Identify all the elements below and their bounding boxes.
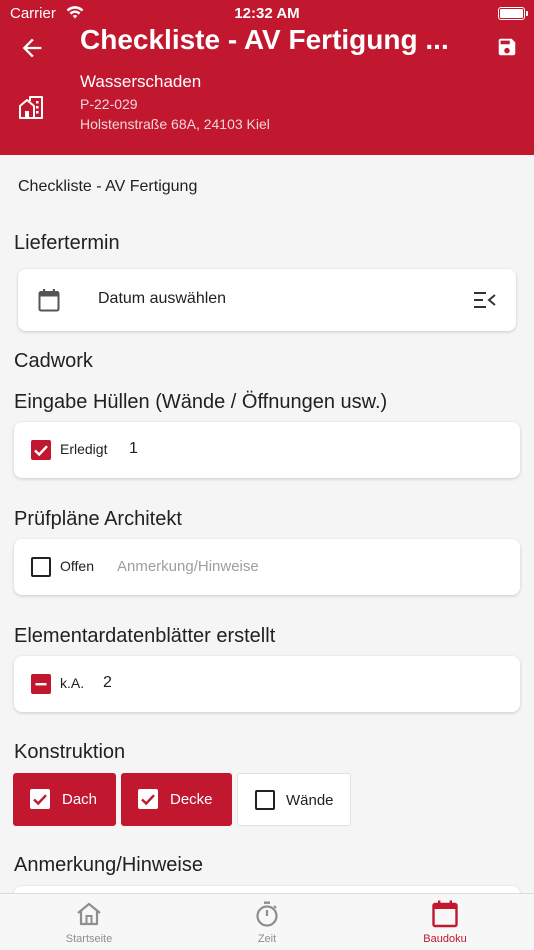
- status-checkbox-checked[interactable]: [31, 440, 51, 460]
- chip-checkbox: [138, 789, 158, 809]
- konstruktion-label: Konstruktion: [14, 741, 126, 763]
- anmerkung-label: Anmerkung/Hinweise: [14, 854, 203, 876]
- item-card-pruefplaene: Offen Anmerkung/Hinweise: [14, 539, 520, 595]
- checkmark-icon: [141, 794, 155, 806]
- sort-list-icon[interactable]: [474, 291, 496, 309]
- minus-icon: [35, 683, 47, 686]
- stopwatch-icon: [256, 901, 278, 927]
- status-bar: Carrier 12:32 AM: [0, 4, 534, 24]
- chip-dach[interactable]: Dach: [13, 773, 116, 826]
- status-label: Erledigt: [60, 441, 108, 457]
- save-icon[interactable]: [496, 36, 518, 58]
- item-card-eingabe-huellen: Erledigt 1: [14, 422, 520, 478]
- chip-label: Decke: [170, 791, 213, 808]
- project-number: P-22-029: [80, 96, 138, 112]
- nav-label: Zeit: [257, 933, 277, 945]
- status-label: k.A.: [60, 675, 85, 691]
- calendar-icon: [432, 900, 458, 928]
- clock: 12:32 AM: [234, 5, 300, 22]
- building-icon: [19, 96, 43, 119]
- date-picker-field[interactable]: Datum auswählen: [18, 269, 516, 331]
- checkmark-icon: [33, 794, 47, 806]
- nav-tab-zeit[interactable]: Zeit: [178, 894, 356, 950]
- nav-label: Baudoku: [423, 933, 467, 945]
- chip-label: Dach: [62, 791, 98, 808]
- battery-icon: [498, 7, 528, 20]
- item-label-eingabe-huellen: Eingabe Hüllen (Wände / Öffnungen usw.): [14, 391, 388, 413]
- item-card-elementardatenblaetter: k.A. 2: [14, 656, 520, 712]
- note-input[interactable]: 2: [103, 674, 112, 692]
- nav-label: Startseite: [65, 933, 113, 945]
- chip-decke[interactable]: Decke: [121, 773, 232, 826]
- calendar-icon: [38, 289, 60, 312]
- liefertermin-label: Liefertermin: [14, 232, 120, 254]
- nav-tab-baudoku[interactable]: Baudoku: [356, 894, 534, 950]
- page-title: Checkliste - AV Fertigung ...: [80, 24, 449, 55]
- cadwork-label: Cadwork: [14, 350, 93, 372]
- checkmark-icon: [34, 445, 48, 457]
- project-address: Holstenstraße 68A, 24103 Kiel: [80, 116, 270, 132]
- note-input[interactable]: Anmerkung/Hinweise: [117, 558, 259, 575]
- status-label: Offen: [60, 558, 94, 574]
- status-checkbox-indeterminate[interactable]: [31, 674, 51, 694]
- chip-checkbox: [255, 790, 275, 810]
- note-input[interactable]: 1: [129, 440, 138, 458]
- home-icon: [77, 902, 101, 926]
- chip-checkbox: [30, 789, 50, 809]
- item-label-pruefplaene: Prüfpläne Architekt: [14, 508, 182, 530]
- item-label-elementardatenblaetter: Elementardatenblätter erstellt: [14, 625, 276, 647]
- status-checkbox-unchecked[interactable]: [31, 557, 51, 577]
- date-placeholder: Datum auswählen: [98, 290, 227, 307]
- chip-waende[interactable]: Wände: [237, 773, 351, 826]
- project-name: Wasserschaden: [80, 72, 202, 91]
- nav-tab-startseite[interactable]: Startseite: [0, 894, 178, 950]
- chip-label: Wände: [286, 792, 334, 809]
- bottom-navigation: Startseite Zeit Baudoku: [0, 893, 534, 950]
- back-arrow-icon[interactable]: [18, 34, 46, 62]
- app-header: Carrier 12:32 AM Checkliste - AV Fertigu…: [0, 0, 534, 155]
- checklist-subtitle: Checkliste - AV Fertigung: [18, 178, 198, 195]
